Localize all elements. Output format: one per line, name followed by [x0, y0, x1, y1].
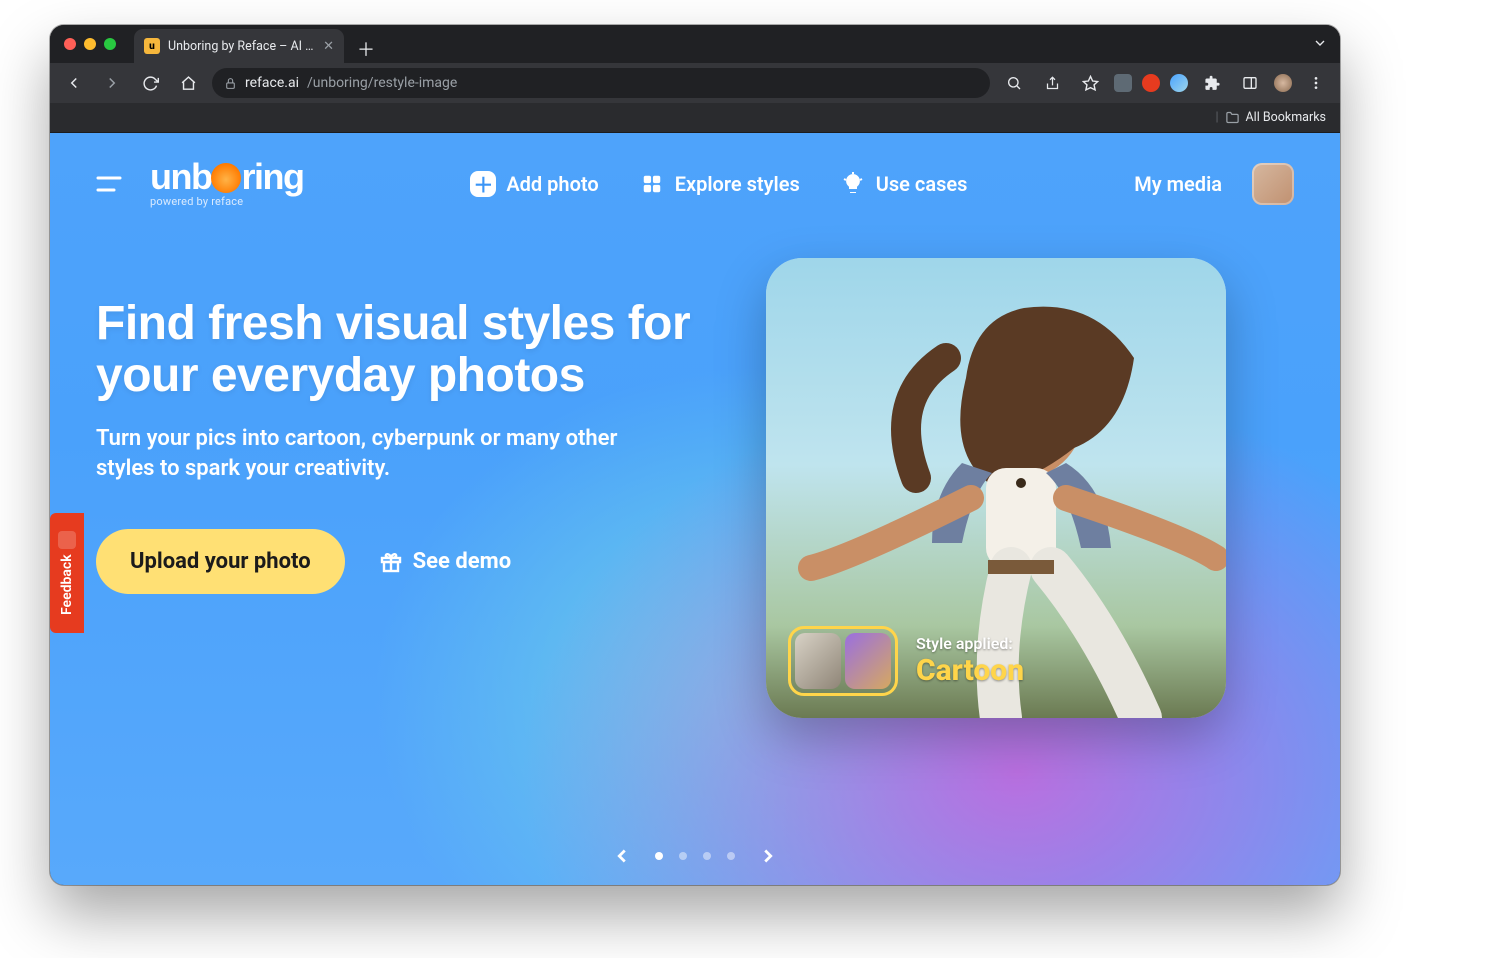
- style-applied-value: Cartoon: [916, 653, 1024, 688]
- carousel-dot[interactable]: [703, 852, 711, 860]
- extensions-puzzle-icon[interactable]: [1198, 69, 1226, 97]
- back-button[interactable]: [60, 69, 88, 97]
- see-demo-link[interactable]: See demo: [379, 549, 512, 574]
- pumpkin-icon: [211, 163, 241, 193]
- extension-icon[interactable]: [1142, 74, 1160, 92]
- url-path: /unboring/restyle-image: [307, 75, 457, 91]
- all-bookmarks-link[interactable]: All Bookmarks: [1246, 110, 1327, 125]
- new-tab-button[interactable]: ＋: [352, 35, 380, 63]
- share-icon[interactable]: [1038, 69, 1066, 97]
- feedback-label: Feedback: [59, 555, 75, 616]
- minimize-window-button[interactable]: [84, 38, 96, 50]
- nav-right: My media: [1134, 163, 1294, 205]
- browser-toolbar: reface.ai/unboring/restyle-image: [50, 63, 1340, 103]
- brand-logo[interactable]: unbring powered by reface: [150, 159, 303, 208]
- page-viewport: Feedback unbring powered by reface ＋ Add…: [50, 133, 1340, 885]
- address-bar[interactable]: reface.ai/unboring/restyle-image: [212, 68, 990, 98]
- site-header: unbring powered by reface ＋ Add photo Ex…: [50, 133, 1340, 208]
- thumb-original: [795, 633, 841, 689]
- tab-title: Unboring by Reface – AI Phot…: [168, 39, 315, 54]
- avatar[interactable]: [1252, 163, 1294, 205]
- hero-subheading: Turn your pics into cartoon, cyberpunk o…: [96, 424, 636, 483]
- style-thumbs: [788, 626, 898, 696]
- hero: Find fresh visual styles for your everyd…: [50, 208, 1340, 594]
- nav-label: Use cases: [876, 172, 968, 196]
- browser-window: u Unboring by Reface – AI Phot… ✕ ＋ refa…: [50, 25, 1340, 885]
- brand-name: unbring: [150, 159, 303, 193]
- home-button[interactable]: [174, 69, 202, 97]
- plus-icon: ＋: [470, 171, 496, 197]
- lock-icon: [224, 77, 237, 90]
- hamburger-icon[interactable]: [96, 175, 124, 193]
- main-nav: ＋ Add photo Explore styles Use cases: [329, 171, 1108, 197]
- tab-overflow-icon[interactable]: [1312, 35, 1328, 51]
- carousel-dots: [655, 852, 735, 860]
- close-tab-icon[interactable]: ✕: [323, 39, 334, 54]
- hero-copy: Find fresh visual styles for your everyd…: [96, 298, 716, 594]
- profile-avatar-icon[interactable]: [1274, 74, 1292, 92]
- carousel-dot[interactable]: [727, 852, 735, 860]
- style-info: Style applied: Cartoon: [916, 634, 1024, 688]
- url-host: reface.ai: [245, 75, 299, 91]
- hero-heading: Find fresh visual styles for your everyd…: [96, 298, 716, 402]
- nav-label: Explore styles: [675, 172, 800, 196]
- hero-ctas: Upload your photo See demo: [96, 529, 716, 594]
- carousel-controls: [50, 841, 1340, 871]
- zoom-icon[interactable]: [1000, 69, 1028, 97]
- extension-icon[interactable]: [1114, 74, 1132, 92]
- smile-icon: [58, 531, 76, 549]
- style-chip: Style applied: Cartoon: [788, 626, 1024, 696]
- hero-preview: Style applied: Cartoon: [756, 298, 1216, 594]
- nav-label: Add photo: [506, 172, 598, 196]
- tab-strip: u Unboring by Reface – AI Phot… ✕ ＋: [134, 25, 380, 63]
- carousel-dot[interactable]: [679, 852, 687, 860]
- bookmarks-bar: | All Bookmarks: [50, 103, 1340, 133]
- preview-card: Style applied: Cartoon: [766, 258, 1226, 718]
- grid-icon: [639, 171, 665, 197]
- thumb-styled: [845, 633, 891, 689]
- favicon-icon: u: [144, 38, 160, 54]
- carousel-prev-button[interactable]: [607, 841, 637, 871]
- carousel-dot[interactable]: [655, 852, 663, 860]
- bulb-icon: [840, 171, 866, 197]
- reload-button[interactable]: [136, 69, 164, 97]
- carousel-next-button[interactable]: [753, 841, 783, 871]
- folder-icon: [1225, 110, 1240, 125]
- toolbar-right: [1000, 69, 1330, 97]
- extension-icon[interactable]: [1170, 74, 1188, 92]
- feedback-tab[interactable]: Feedback: [50, 513, 84, 633]
- window-controls: [64, 25, 116, 63]
- see-demo-label: See demo: [413, 549, 512, 574]
- titlebar: u Unboring by Reface – AI Phot… ✕ ＋: [50, 25, 1340, 63]
- style-applied-label: Style applied:: [916, 634, 1024, 653]
- sidepanel-icon[interactable]: [1236, 69, 1264, 97]
- upload-button[interactable]: Upload your photo: [96, 529, 345, 594]
- bookmark-star-icon[interactable]: [1076, 69, 1104, 97]
- browser-tab[interactable]: u Unboring by Reface – AI Phot… ✕: [134, 29, 344, 63]
- maximize-window-button[interactable]: [104, 38, 116, 50]
- nav-explore-styles[interactable]: Explore styles: [639, 171, 800, 197]
- my-media-link[interactable]: My media: [1134, 172, 1222, 196]
- brand-tagline: powered by reface: [150, 195, 303, 208]
- nav-add-photo[interactable]: ＋ Add photo: [470, 171, 598, 197]
- kebab-menu-icon[interactable]: [1302, 69, 1330, 97]
- forward-button[interactable]: [98, 69, 126, 97]
- close-window-button[interactable]: [64, 38, 76, 50]
- nav-use-cases[interactable]: Use cases: [840, 171, 968, 197]
- gift-icon: [379, 550, 403, 574]
